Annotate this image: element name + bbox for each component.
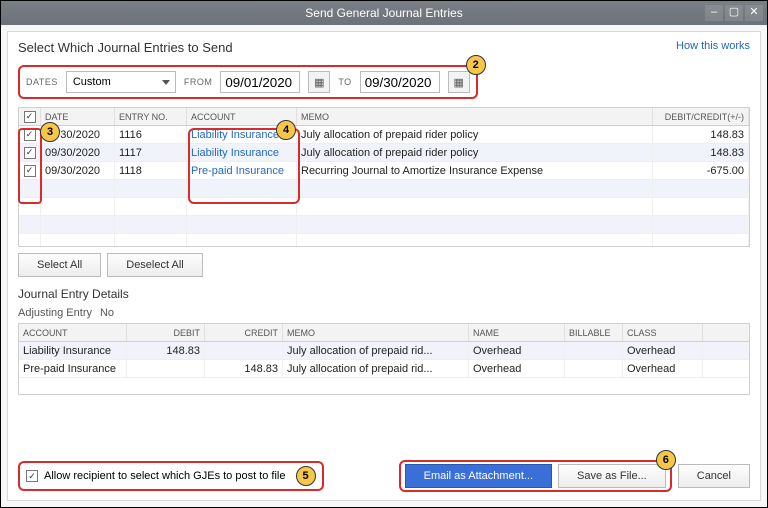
footer-bar: ✓ Allow recipient to select which GJEs t… (18, 460, 750, 492)
account-link[interactable]: Liability Insurance (191, 129, 279, 141)
calendar-icon: ▦ (453, 76, 463, 89)
cell-memo: July allocation of prepaid rider policy (297, 126, 653, 143)
dcell-class: Overhead (623, 342, 703, 359)
email-attachment-button[interactable]: Email as Attachment... (405, 464, 552, 488)
dates-dropdown-value: Custom (73, 76, 111, 88)
dcell-credit: 148.83 (205, 360, 283, 377)
dcol-debit[interactable]: DEBIT (127, 324, 205, 341)
cell-entryno: 1117 (115, 144, 187, 161)
detail-row[interactable]: Liability Insurance 148.83 July allocati… (19, 342, 749, 360)
cell-memo: Recurring Journal to Amortize Insurance … (297, 162, 653, 179)
callout-4: 4 (276, 120, 296, 140)
col-entryno[interactable]: ENTRY NO. (115, 108, 187, 125)
allow-recipient-group: ✓ Allow recipient to select which GJEs t… (18, 461, 324, 491)
dcol-account[interactable]: ACCOUNT (19, 324, 127, 341)
dcol-billable[interactable]: BILLABLE (565, 324, 623, 341)
deselect-all-button[interactable]: Deselect All (107, 253, 202, 277)
dcol-memo[interactable]: MEMO (283, 324, 469, 341)
select-all-button[interactable]: Select All (18, 253, 101, 277)
titlebar: Send General Journal Entries – ▢ ✕ (1, 1, 767, 25)
callout-6: 6 (656, 450, 676, 470)
date-filter-bar: DATES Custom FROM ▦ TO ▦ 2 (18, 65, 478, 99)
row-checkbox[interactable]: ✓ (24, 129, 36, 141)
journal-entries-grid: ✓ DATE ENTRY NO. ACCOUNT MEMO DEBIT/CRED… (18, 107, 750, 247)
from-date-input[interactable] (220, 71, 300, 93)
callout-2: 2 (466, 55, 486, 75)
dcell-billable (565, 342, 623, 359)
dcell-memo: July allocation of prepaid rid... (283, 360, 469, 377)
dcol-class[interactable]: CLASS (623, 324, 703, 341)
to-calendar-button[interactable]: ▦ (448, 71, 470, 93)
dcol-credit[interactable]: CREDIT (205, 324, 283, 341)
table-row (19, 234, 749, 247)
calendar-icon: ▦ (314, 76, 324, 89)
cell-entryno: 1118 (115, 162, 187, 179)
select-all-checkbox[interactable]: ✓ (24, 111, 36, 123)
table-row[interactable]: ✓ 09/30/2020 1116 Liability Insurance Ju… (19, 126, 749, 144)
table-row[interactable]: ✓ 09/30/2020 1118 Pre-paid Insurance Rec… (19, 162, 749, 180)
dates-label: DATES (26, 77, 58, 87)
from-calendar-button[interactable]: ▦ (308, 71, 330, 93)
allow-recipient-checkbox[interactable]: ✓ (26, 470, 38, 482)
table-row[interactable]: ✓ 09/30/2020 1117 Liability Insurance Ju… (19, 144, 749, 162)
window-controls: – ▢ ✕ (705, 5, 763, 21)
cell-memo: July allocation of prepaid rider policy (297, 144, 653, 161)
dcol-name[interactable]: NAME (469, 324, 565, 341)
dcell-debit (127, 360, 205, 377)
details-section: Journal Entry Details Adjusting Entry No… (18, 287, 750, 395)
table-row (19, 180, 749, 198)
col-debitcredit[interactable]: DEBIT/CREDIT(+/-) (653, 108, 749, 125)
chevron-down-icon (162, 80, 170, 85)
cell-date: 09/30/2020 (41, 144, 115, 161)
dcell-name: Overhead (469, 360, 565, 377)
selection-buttons: Select All Deselect All (18, 253, 750, 277)
save-as-file-button[interactable]: Save as File... (558, 464, 666, 488)
window-title: Send General Journal Entries (305, 6, 462, 20)
dcell-billable (565, 360, 623, 377)
dcell-name: Overhead (469, 342, 565, 359)
detail-row[interactable]: Pre-paid Insurance 148.83 July allocatio… (19, 360, 749, 378)
row-checkbox[interactable]: ✓ (24, 165, 36, 177)
close-button[interactable]: ✕ (745, 5, 763, 21)
content-area: Select Which Journal Entries to Send How… (7, 31, 761, 501)
cell-entryno: 1116 (115, 126, 187, 143)
minimize-button[interactable]: – (705, 5, 723, 21)
row-checkbox[interactable]: ✓ (24, 147, 36, 159)
dates-dropdown[interactable]: Custom (66, 71, 176, 93)
table-row (19, 216, 749, 234)
adjusting-entry-value: No (100, 307, 114, 319)
app-window: Send General Journal Entries – ▢ ✕ Selec… (0, 0, 768, 508)
from-label: FROM (184, 77, 213, 87)
to-label: TO (338, 77, 351, 87)
details-heading: Journal Entry Details (18, 287, 750, 301)
col-memo[interactable]: MEMO (297, 108, 653, 125)
dcell-debit: 148.83 (127, 342, 205, 359)
cell-debitcredit: -675.00 (653, 162, 749, 179)
cell-date: 09/30/2020 (41, 162, 115, 179)
dcell-credit (205, 342, 283, 359)
callout-3: 3 (40, 122, 60, 142)
cell-debitcredit: 148.83 (653, 144, 749, 161)
section-heading: Select Which Journal Entries to Send (18, 40, 233, 55)
dcell-account: Pre-paid Insurance (19, 360, 127, 377)
cancel-button[interactable]: Cancel (678, 464, 750, 488)
export-button-group: Email as Attachment... Save as File... 6 (399, 460, 672, 492)
dcell-memo: July allocation of prepaid rid... (283, 342, 469, 359)
details-header-row: ACCOUNT DEBIT CREDIT MEMO NAME BILLABLE … (19, 324, 749, 342)
table-row (19, 198, 749, 216)
dcell-account: Liability Insurance (19, 342, 127, 359)
allow-recipient-label: Allow recipient to select which GJEs to … (44, 470, 286, 482)
dcell-class: Overhead (623, 360, 703, 377)
to-date-input[interactable] (360, 71, 440, 93)
cell-debitcredit: 148.83 (653, 126, 749, 143)
account-link[interactable]: Pre-paid Insurance (191, 165, 284, 177)
grid-body: ✓ 09/30/2020 1116 Liability Insurance Ju… (19, 126, 749, 247)
maximize-button[interactable]: ▢ (725, 5, 743, 21)
help-link[interactable]: How this works (676, 40, 750, 52)
callout-5: 5 (296, 466, 316, 486)
adjusting-entry-label: Adjusting Entry (18, 307, 92, 319)
account-link[interactable]: Liability Insurance (191, 147, 279, 159)
details-grid: ACCOUNT DEBIT CREDIT MEMO NAME BILLABLE … (18, 323, 750, 395)
grid-header-row: ✓ DATE ENTRY NO. ACCOUNT MEMO DEBIT/CRED… (19, 108, 749, 126)
